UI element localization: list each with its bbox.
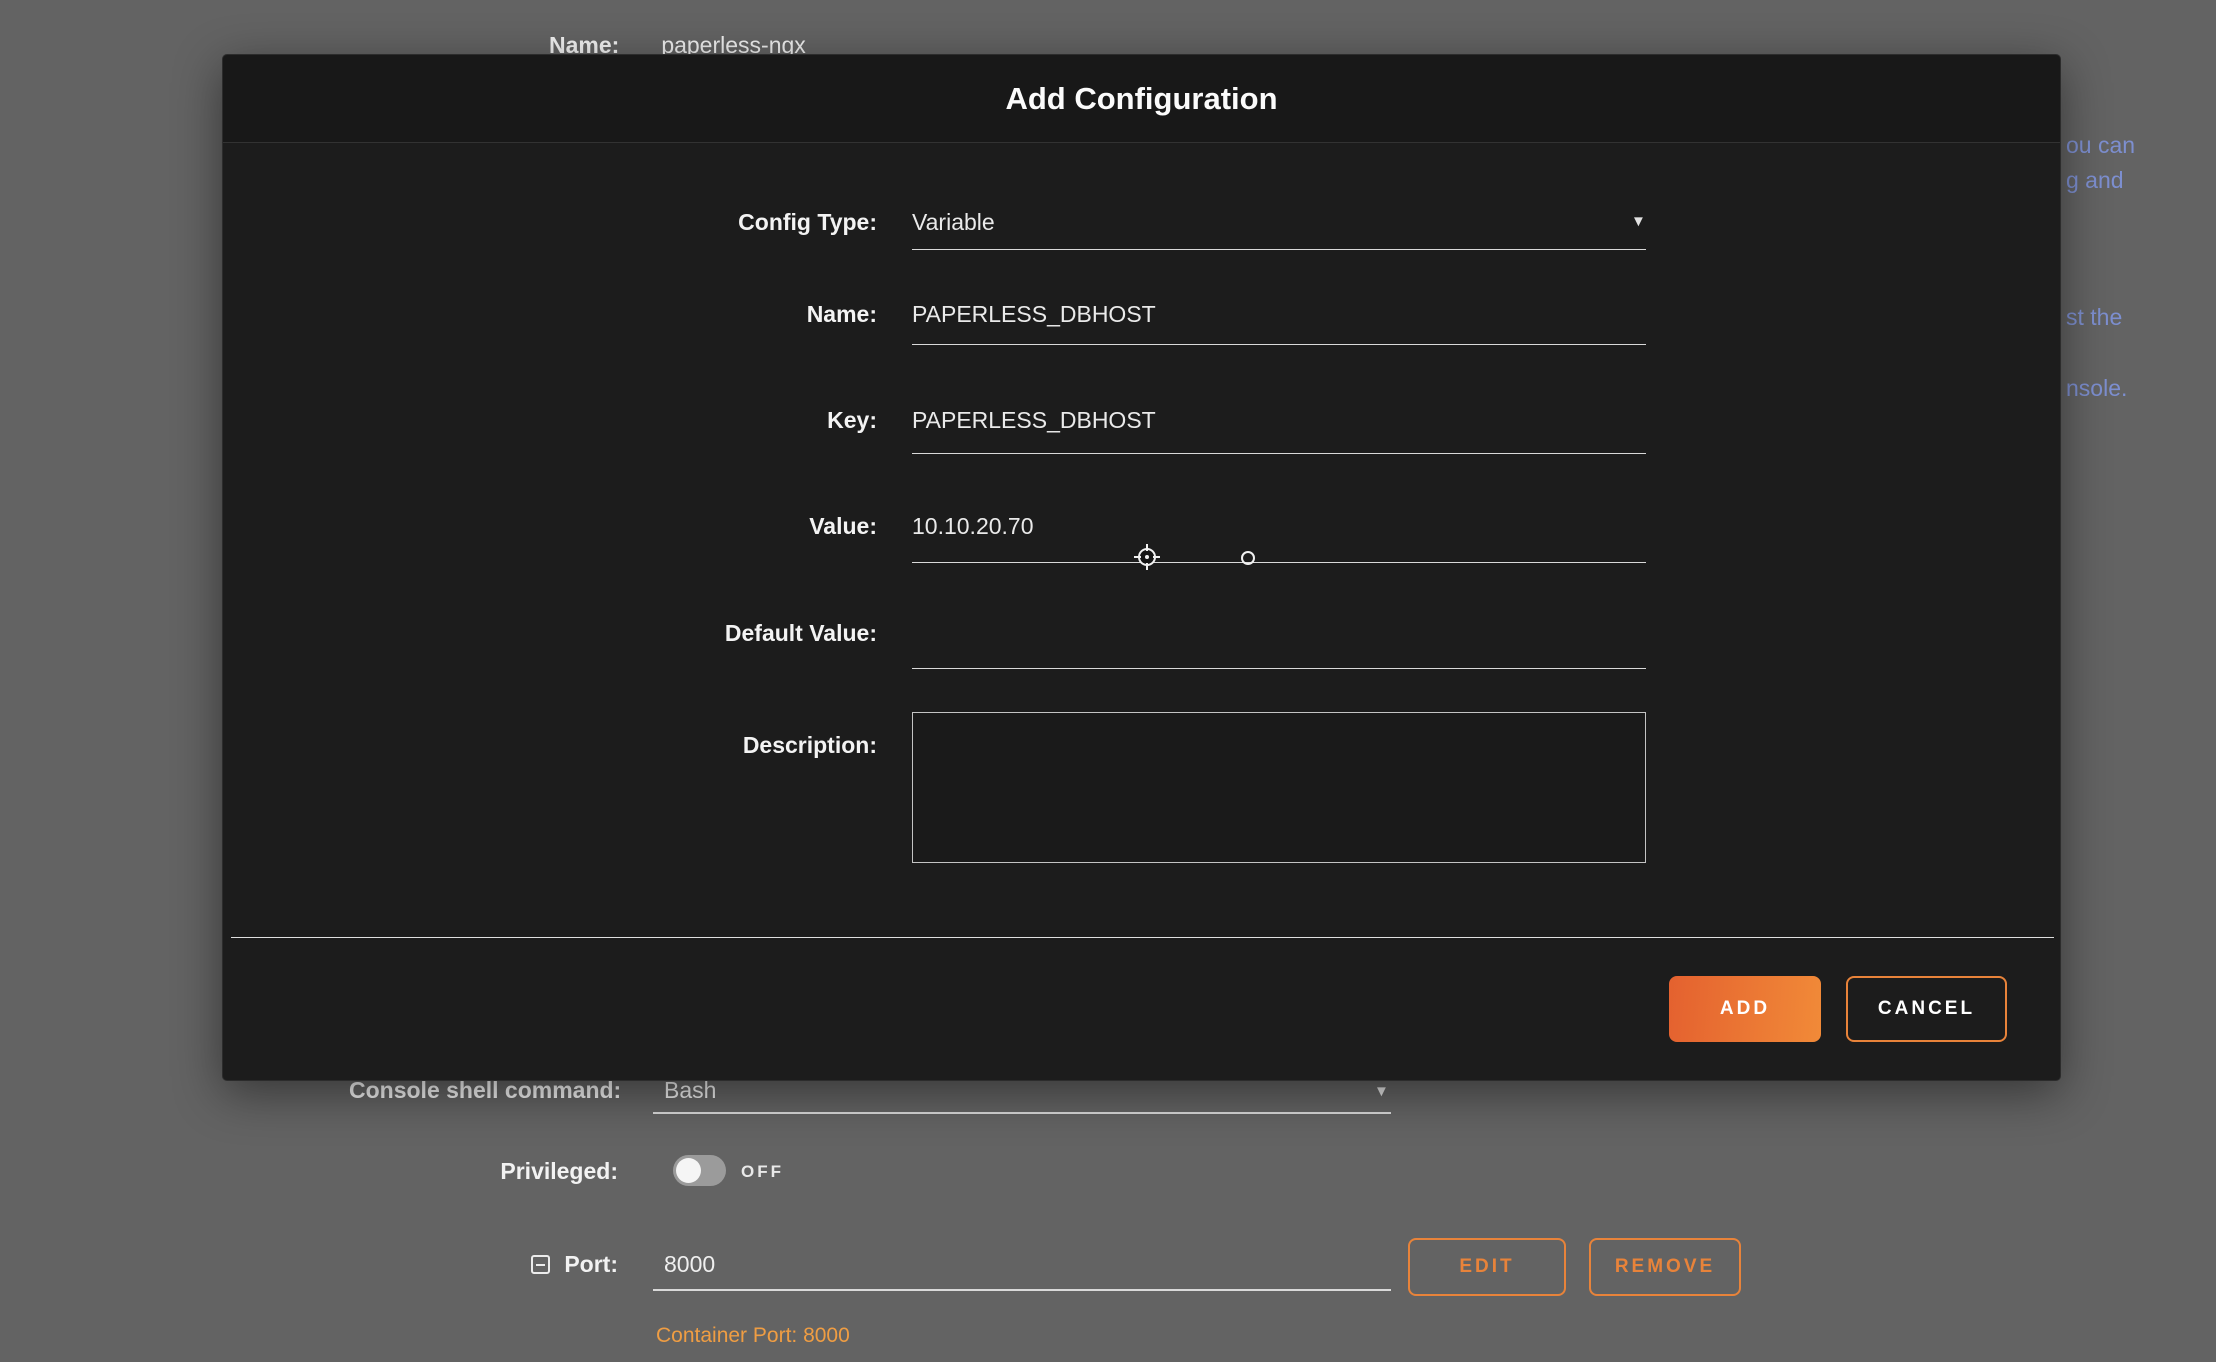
name-input-underline [912,344,1646,345]
value-input-underline [912,562,1646,563]
dialog-header: Add Configuration [223,55,2060,143]
port-value-input[interactable]: 8000 [664,1251,715,1278]
help-text-fragment: ou can [2066,132,2135,159]
dialog-title: Add Configuration [223,55,2060,143]
description-textarea[interactable] [912,712,1646,863]
privileged-label: Privileged: [349,1158,618,1185]
help-text-fragment: g and [2066,167,2124,194]
remove-button[interactable]: REMOVE [1589,1238,1741,1296]
port-input-underline [653,1289,1391,1291]
collapse-minus-icon[interactable] [531,1255,550,1274]
console-dropdown-underline [653,1112,1391,1114]
console-shell-command-select[interactable]: Bash [664,1077,716,1104]
footer-divider [231,937,2054,938]
key-label: Key: [377,407,877,434]
add-button[interactable]: ADD [1669,976,1821,1042]
cancel-button[interactable]: CANCEL [1846,976,2007,1042]
edit-button[interactable]: EDIT [1408,1238,1566,1296]
config-type-select[interactable]: Variable [912,209,1646,236]
default-value-label: Default Value: [377,620,877,647]
port-label: Port: [564,1251,618,1278]
config-type-label: Config Type: [377,209,877,236]
toggle-knob-icon [676,1158,701,1183]
config-type-underline [912,249,1646,250]
dropdown-arrow-icon[interactable]: ▼ [1631,213,1646,230]
key-input[interactable]: PAPERLESS_DBHOST [912,407,1646,434]
help-text-fragment: nsole. [2066,375,2127,402]
console-shell-command-label: Console shell command: [349,1077,618,1104]
container-port-hint: Container Port: 8000 [656,1324,850,1348]
default-value-input-underline [912,668,1646,669]
name-input[interactable]: PAPERLESS_DBHOST [912,301,1646,328]
port-label-group: Port: [349,1251,618,1278]
key-input-underline [912,453,1646,454]
privileged-toggle[interactable] [673,1155,726,1186]
help-text-fragment: st the [2066,304,2122,331]
value-label: Value: [377,513,877,540]
cursor-dot-icon [1241,551,1255,565]
cursor-crosshair-icon [1132,542,1162,572]
description-label: Description: [377,732,877,759]
value-input[interactable]: 10.10.20.70 [912,513,1646,540]
name-label: Name: [377,301,877,328]
dropdown-arrow-icon[interactable]: ▼ [1374,1083,1389,1100]
minus-glyph [536,1264,545,1266]
privileged-state-label: OFF [741,1162,784,1182]
